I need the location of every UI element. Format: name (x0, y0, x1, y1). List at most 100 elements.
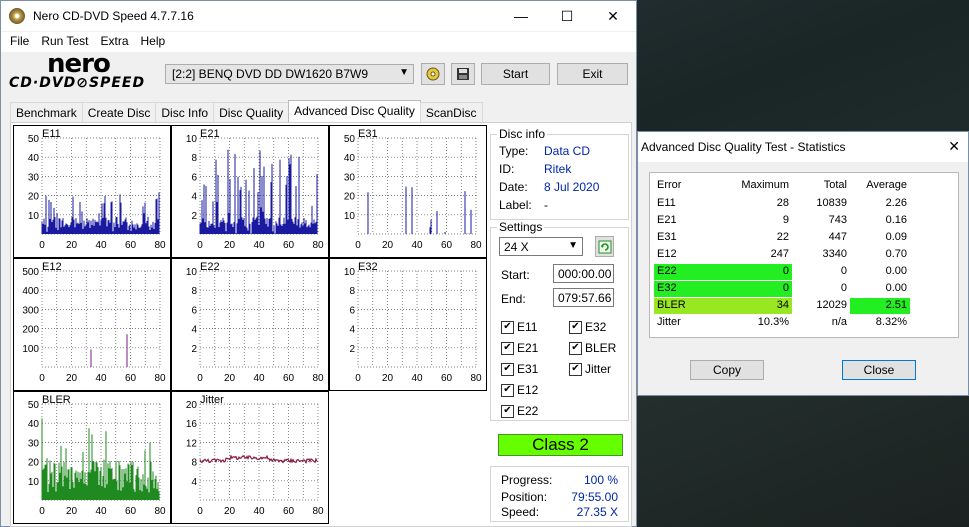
table-row: E21 9 743 0.16 (650, 212, 958, 229)
checkbox-e22[interactable]: ✔ E22 (501, 404, 538, 418)
drive-info-button[interactable] (421, 63, 445, 85)
table-row: E32 0 0 0.00 (650, 280, 958, 297)
menu-file[interactable]: File (4, 32, 35, 52)
y-tick-label: 8 (191, 458, 197, 469)
cell-avg: 2.51 (850, 298, 910, 314)
tab-disc-info[interactable]: Disc Info (155, 102, 215, 122)
statistics-title-bar[interactable]: Advanced Disc Quality Test - Statistics … (638, 132, 968, 162)
x-tick-label: 60 (441, 240, 453, 251)
checkmark-icon: ✔ (501, 383, 514, 397)
minimize-button[interactable]: — (498, 1, 544, 31)
chevron-down-icon: ▼ (399, 67, 409, 78)
checkmark-icon: ✔ (501, 320, 514, 334)
cell-error: E32 (654, 281, 732, 297)
y-tick-label: 10 (28, 211, 40, 222)
cell-avg: 0.09 (885, 231, 907, 243)
close-button[interactable]: ✕ (590, 1, 636, 31)
x-tick-label: 20 (224, 373, 236, 384)
tab-advanced-disc-quality[interactable]: Advanced Disc Quality (288, 100, 421, 122)
chart-bler: 50 40 30 20 10 0 20 40 60 80 BLER (13, 391, 171, 524)
table-row: BLER 34 12029 2.51 (650, 297, 958, 314)
y-tick-label: 8 (191, 153, 197, 164)
disc-refresh-icon (426, 67, 440, 81)
y-tick-label: 6 (349, 305, 355, 316)
x-tick-label: 60 (125, 506, 137, 517)
y-tick-label: 4 (191, 325, 197, 336)
table-header: Error Maximum Total Average (650, 177, 958, 194)
start-label: Start: (501, 268, 530, 282)
checkbox-e32[interactable]: ✔ E32 (569, 320, 606, 334)
logo-text-cddvd: CD·DVD⊘SPEED (9, 75, 146, 91)
cell-max: 34 (732, 298, 792, 314)
menu-help[interactable]: Help (135, 32, 172, 52)
maximize-button[interactable]: ☐ (544, 1, 590, 31)
x-tick-label: 80 (470, 373, 482, 384)
statistics-window: Advanced Disc Quality Test - Statistics … (637, 131, 969, 396)
y-tick-label: 200 (22, 325, 39, 336)
y-tick-label: 20 (28, 458, 40, 469)
chart-title: E12 (42, 261, 62, 273)
tab-create-disc[interactable]: Create Disc (81, 102, 157, 122)
speed-select[interactable]: 24 X ▼ (499, 237, 583, 256)
close-stats-button[interactable]: Close (842, 360, 916, 380)
y-tick-label: 6 (191, 305, 197, 316)
tab-disc-quality[interactable]: Disc Quality (213, 102, 290, 122)
chart-title: Jitter (200, 394, 224, 406)
refresh-speed-button[interactable] (595, 236, 614, 257)
tab-benchmark[interactable]: Benchmark (10, 102, 83, 122)
close-icon[interactable]: ✕ (948, 138, 960, 155)
cell-avg: 2.26 (885, 197, 907, 209)
chart-e31: 50 40 30 20 10 0 20 40 60 80 E31 (329, 125, 487, 258)
speed-label: Speed: (501, 505, 540, 519)
checkbox-e12[interactable]: ✔ E12 (501, 383, 538, 397)
disc-id-label: ID: (499, 162, 515, 176)
x-tick-label: 80 (312, 373, 324, 384)
save-button[interactable] (451, 63, 475, 85)
copy-button[interactable]: Copy (690, 360, 764, 380)
checkbox-e31[interactable]: ✔ E31 (501, 362, 538, 376)
exit-button[interactable]: Exit (557, 63, 628, 85)
checkbox-label: E21 (517, 341, 539, 355)
cell-error: BLER (654, 298, 732, 314)
end-label: End: (501, 292, 526, 306)
checkbox-label: E32 (585, 320, 607, 334)
start-button[interactable]: Start (481, 63, 550, 85)
checkbox-e21[interactable]: ✔ E21 (501, 341, 538, 355)
x-tick-label: 0 (355, 240, 361, 251)
tab-scandisc[interactable]: ScanDisc (419, 102, 483, 122)
x-tick-label: 80 (312, 506, 324, 517)
y-tick-label: 50 (344, 134, 356, 145)
speed-value: 27.35 X (576, 505, 618, 519)
class-indicator: Class 2 (498, 434, 623, 456)
title-bar[interactable]: Nero CD-DVD Speed 4.7.7.16 — ☐ ✕ (1, 1, 636, 31)
cell-error: E22 (654, 264, 732, 280)
settings-group: Settings 24 X ▼ Start: 000:00.00 End: 07… (490, 220, 629, 421)
cell-avg: 8.32% (875, 316, 907, 328)
start-time-input[interactable]: 000:00.00 (553, 264, 614, 283)
disc-date-value: 8 Jul 2020 (544, 180, 600, 194)
checkbox-bler[interactable]: ✔ BLER (569, 341, 616, 355)
x-tick-label: 0 (197, 373, 203, 384)
x-tick-label: 40 (253, 373, 265, 384)
end-time-input[interactable]: 079:57.66 (553, 288, 614, 307)
drive-select[interactable]: [2:2] BENQ DVD DD DW1620 B7W9 ▼ (165, 64, 414, 84)
advanced-disc-quality-pane: 50 40 30 20 10 0 20 40 60 80 E11 10 8 6 4 2 0 20 40 60 80 E21… (10, 122, 632, 527)
checkmark-icon: ✔ (569, 341, 582, 355)
x-tick-label: 40 (411, 240, 423, 251)
table-row: E11 28 10839 2.26 (650, 195, 958, 212)
cell-max: 0 (732, 264, 792, 280)
checkbox-jitter[interactable]: ✔ Jitter (569, 362, 611, 376)
header-error: Error (657, 179, 682, 191)
y-tick-label: 300 (22, 305, 39, 316)
checkbox-label: Jitter (585, 362, 612, 376)
chart-e21: 10 8 6 4 2 0 20 40 60 80 E21 (171, 125, 329, 258)
x-tick-label: 40 (253, 506, 265, 517)
y-tick-label: 20 (186, 400, 198, 411)
checkbox-e11[interactable]: ✔ E11 (501, 320, 537, 334)
y-tick-label: 2 (191, 344, 197, 355)
x-tick-label: 80 (154, 240, 166, 251)
chart-title: E31 (358, 128, 378, 140)
chart-e22: 10 8 6 4 2 0 20 40 60 80 E22 (171, 258, 329, 391)
x-tick-label: 80 (154, 373, 166, 384)
disc-info-group: Disc info Type: Data CD ID: Ritek Date: … (490, 127, 629, 220)
